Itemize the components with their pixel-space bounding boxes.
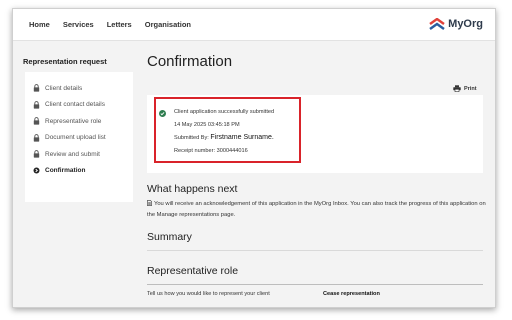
receipt-number-label: Receipt number: — [174, 148, 216, 154]
lock-icon — [32, 133, 40, 142]
sidebar-item-confirmation[interactable]: Confirmation — [25, 163, 133, 180]
submitted-by-name: Firstname Surname. — [210, 134, 274, 141]
what-happens-next-body: You will receive an acknowledgement of t… — [147, 201, 486, 218]
top-nav: Home Services Letters Organisation MyOrg — [13, 9, 495, 41]
sidebar-item-label: Document upload list — [45, 134, 106, 142]
nav-link-organisation[interactable]: Organisation — [145, 20, 191, 29]
receipt-number-row: Receipt number: 3000444016 — [174, 148, 248, 154]
sidebar-item-label: Client details — [45, 84, 83, 92]
sidebar-item-label: Confirmation — [45, 167, 86, 175]
what-happens-next-heading: What happens next — [147, 183, 238, 195]
summary-heading: Summary — [147, 231, 192, 243]
brand-name: MyOrg — [448, 18, 483, 30]
sidebar: Client details Client contact details Re… — [25, 72, 133, 202]
nav-links: Home Services Letters Organisation — [29, 20, 204, 29]
representative-role-heading: Representative role — [147, 265, 239, 277]
sidebar-item-client-contact-details[interactable]: Client contact details — [25, 97, 133, 114]
representative-role-answer: Cease representation — [323, 291, 380, 297]
sidebar-item-review-and-submit[interactable]: Review and submit — [25, 146, 133, 163]
print-label: Print — [464, 85, 477, 92]
nav-link-letters[interactable]: Letters — [107, 20, 132, 29]
submission-receipt-highlight: Client application successfully submitte… — [154, 97, 301, 163]
page-title: Confirmation — [147, 53, 233, 70]
app-window: Home Services Letters Organisation MyOrg… — [12, 8, 496, 308]
sidebar-item-label: Client contact details — [45, 101, 105, 109]
chevron-logo-icon — [429, 18, 445, 30]
print-button[interactable]: Print — [453, 85, 477, 92]
lock-icon — [32, 84, 40, 92]
sidebar-item-client-details[interactable]: Client details — [25, 80, 133, 97]
check-circle-icon — [159, 110, 166, 117]
receipt-number: 3000444016 — [216, 148, 248, 154]
sidebar-title: Representation request — [23, 57, 107, 66]
sidebar-item-document-upload-list[interactable]: Document upload list — [25, 130, 133, 147]
sidebar-item-label: Review and submit — [45, 150, 100, 158]
current-step-icon — [32, 167, 40, 175]
document-icon — [147, 200, 152, 206]
submitted-by-row: Submitted By: Firstname Surname. — [174, 134, 274, 141]
nav-link-services[interactable]: Services — [63, 20, 94, 29]
sidebar-item-representative-role[interactable]: Representative role — [25, 113, 133, 130]
lock-icon — [32, 100, 40, 109]
nav-link-home[interactable]: Home — [29, 20, 50, 29]
brand-logo[interactable]: MyOrg — [429, 18, 483, 30]
representative-role-question: Tell us how you would like to represent … — [147, 291, 270, 297]
printer-icon — [453, 85, 461, 92]
what-happens-next-text: You will receive an acknowledgement of t… — [147, 199, 487, 220]
divider — [147, 284, 483, 285]
submitted-by-label: Submitted By: — [174, 135, 209, 141]
submission-timestamp: 14 May 2025 03:45:18 PM — [174, 122, 240, 128]
submission-status: Client application successfully submitte… — [174, 109, 275, 115]
lock-icon — [32, 150, 40, 158]
lock-icon — [32, 117, 40, 125]
divider — [147, 250, 483, 251]
sidebar-item-label: Representative role — [45, 117, 102, 125]
